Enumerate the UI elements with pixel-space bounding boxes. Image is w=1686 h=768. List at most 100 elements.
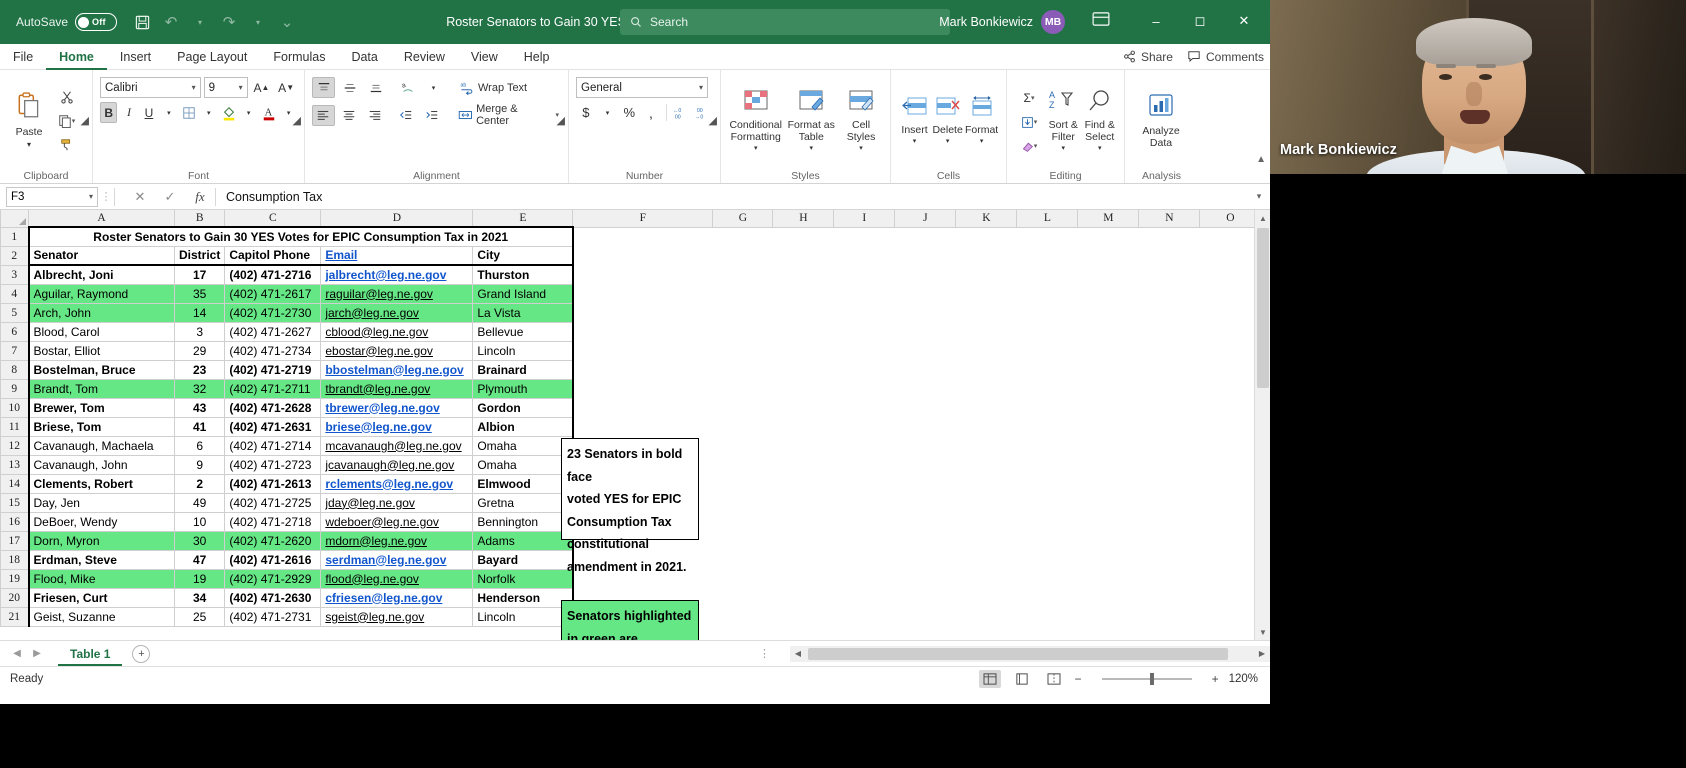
empty-cell[interactable]: [894, 436, 956, 455]
empty-cell[interactable]: [1138, 436, 1200, 455]
empty-cell[interactable]: [1016, 493, 1078, 512]
redo-icon[interactable]: ↷: [216, 9, 242, 35]
number-format-select[interactable]: General ▾: [576, 77, 708, 98]
cell-email[interactable]: ebostar@leg.ne.gov: [320, 340, 474, 361]
cell-district[interactable]: 35: [173, 283, 226, 304]
cell-senator[interactable]: Bostar, Elliot: [27, 340, 175, 361]
column-header-D[interactable]: D: [320, 210, 474, 228]
empty-cell[interactable]: [955, 398, 1017, 417]
empty-cell[interactable]: [712, 474, 773, 493]
row-header[interactable]: 4: [0, 283, 29, 304]
cell-city[interactable]: Omaha: [472, 435, 574, 456]
cell-district[interactable]: 17: [173, 264, 226, 285]
empty-cell[interactable]: [894, 322, 956, 341]
cell-district[interactable]: 23: [173, 359, 226, 380]
empty-cell[interactable]: [712, 512, 773, 531]
cell-senator[interactable]: Flood, Mike: [27, 568, 175, 589]
cell-email[interactable]: wdeboer@leg.ne.gov: [320, 511, 474, 532]
cell-senator[interactable]: Clements, Robert: [27, 473, 175, 494]
empty-cell[interactable]: [1077, 322, 1139, 341]
cell-city[interactable]: Gordon: [472, 397, 574, 418]
increase-font-size-icon[interactable]: A ▲: [251, 77, 273, 98]
empty-cell[interactable]: [1016, 360, 1078, 379]
empty-cell[interactable]: [833, 607, 895, 626]
cell-senator[interactable]: Geist, Suzanne: [27, 606, 175, 627]
empty-cell[interactable]: [833, 227, 895, 246]
tab-formulas[interactable]: Formulas: [260, 44, 338, 70]
cell-styles-button[interactable]: Cell Styles ▾: [839, 73, 883, 169]
cell-phone[interactable]: (402) 471-2627: [224, 321, 322, 342]
zoom-out-button[interactable]: −: [1075, 672, 1082, 686]
empty-cell[interactable]: [1199, 379, 1261, 398]
row-header[interactable]: 14: [0, 473, 29, 494]
insert-cells-button[interactable]: Insert ▾: [898, 73, 931, 169]
autosave-control[interactable]: AutoSave Off: [16, 13, 118, 31]
column-label-capitol-phone[interactable]: Capitol Phone: [224, 245, 322, 266]
empty-cell[interactable]: [772, 265, 834, 284]
empty-cell[interactable]: [1016, 379, 1078, 398]
empty-cell[interactable]: [1016, 436, 1078, 455]
empty-cell[interactable]: [1199, 227, 1261, 246]
empty-cell[interactable]: [772, 512, 834, 531]
insert-function-icon[interactable]: fx: [185, 186, 215, 208]
cell-email[interactable]: mdorn@leg.ne.gov: [320, 530, 474, 551]
cell-email[interactable]: flood@leg.ne.gov: [320, 568, 474, 589]
orientation-icon[interactable]: a: [396, 77, 419, 98]
empty-cell[interactable]: [1138, 474, 1200, 493]
row-header[interactable]: 20: [0, 587, 29, 608]
currency-dropdown-icon[interactable]: ▾: [598, 102, 618, 123]
align-right-icon[interactable]: [363, 105, 386, 126]
cell-district[interactable]: 30: [173, 530, 226, 551]
row-header[interactable]: 6: [0, 321, 29, 342]
row-header[interactable]: 16: [0, 511, 29, 532]
cell-phone[interactable]: (402) 471-2714: [224, 435, 322, 456]
empty-cell[interactable]: [1199, 284, 1261, 303]
empty-cell[interactable]: [712, 284, 773, 303]
empty-cell[interactable]: [772, 569, 834, 588]
cell-phone[interactable]: (402) 471-2613: [224, 473, 322, 494]
empty-cell[interactable]: [1077, 284, 1139, 303]
empty-cell[interactable]: [1138, 607, 1200, 626]
cell-phone[interactable]: (402) 471-2617: [224, 283, 322, 304]
empty-cell[interactable]: [1199, 303, 1261, 322]
empty-cell[interactable]: [955, 474, 1017, 493]
cell-phone[interactable]: (402) 471-2628: [224, 397, 322, 418]
empty-cell[interactable]: [712, 455, 773, 474]
underline-dropdown-icon[interactable]: ▾: [160, 102, 177, 123]
empty-cell[interactable]: [894, 417, 956, 436]
empty-cell[interactable]: [1138, 265, 1200, 284]
row-header[interactable]: 18: [0, 549, 29, 570]
cell-senator[interactable]: Day, Jen: [27, 492, 175, 513]
empty-cell[interactable]: [833, 588, 895, 607]
cell-city[interactable]: Norfolk: [472, 568, 574, 589]
empty-cell[interactable]: [712, 246, 773, 265]
empty-cell[interactable]: [712, 303, 773, 322]
empty-cell[interactable]: [1077, 246, 1139, 265]
cell-senator[interactable]: Cavanaugh, Machaela: [27, 435, 175, 456]
cell-email[interactable]: bbostelman@leg.ne.gov: [320, 359, 474, 380]
undo-dropdown-icon[interactable]: ▾: [187, 9, 213, 35]
column-label-senator[interactable]: Senator: [27, 245, 175, 266]
empty-cell[interactable]: [1199, 607, 1261, 626]
cell-senator[interactable]: Cavanaugh, John: [27, 454, 175, 475]
cell-city[interactable]: La Vista: [472, 302, 574, 323]
empty-cell[interactable]: [833, 379, 895, 398]
empty-cell[interactable]: [1138, 569, 1200, 588]
cell-phone[interactable]: (402) 471-2725: [224, 492, 322, 513]
empty-cell[interactable]: [955, 265, 1017, 284]
empty-cell[interactable]: [1138, 455, 1200, 474]
empty-cell[interactable]: [1199, 265, 1261, 284]
close-button[interactable]: ✕: [1222, 6, 1266, 36]
empty-cell[interactable]: [1199, 531, 1261, 550]
empty-cell[interactable]: [572, 246, 713, 265]
save-icon[interactable]: [129, 9, 155, 35]
cell-senator[interactable]: Friesen, Curt: [27, 587, 175, 608]
comma-style-icon[interactable]: ,: [641, 102, 661, 123]
row-header[interactable]: 7: [0, 340, 29, 361]
empty-cell[interactable]: [1199, 588, 1261, 607]
font-size-select[interactable]: 9 ▾: [203, 77, 248, 98]
cell-district[interactable]: 2: [173, 473, 226, 494]
row-header[interactable]: 21: [0, 606, 29, 627]
empty-cell[interactable]: [772, 550, 834, 569]
empty-cell[interactable]: [1138, 588, 1200, 607]
